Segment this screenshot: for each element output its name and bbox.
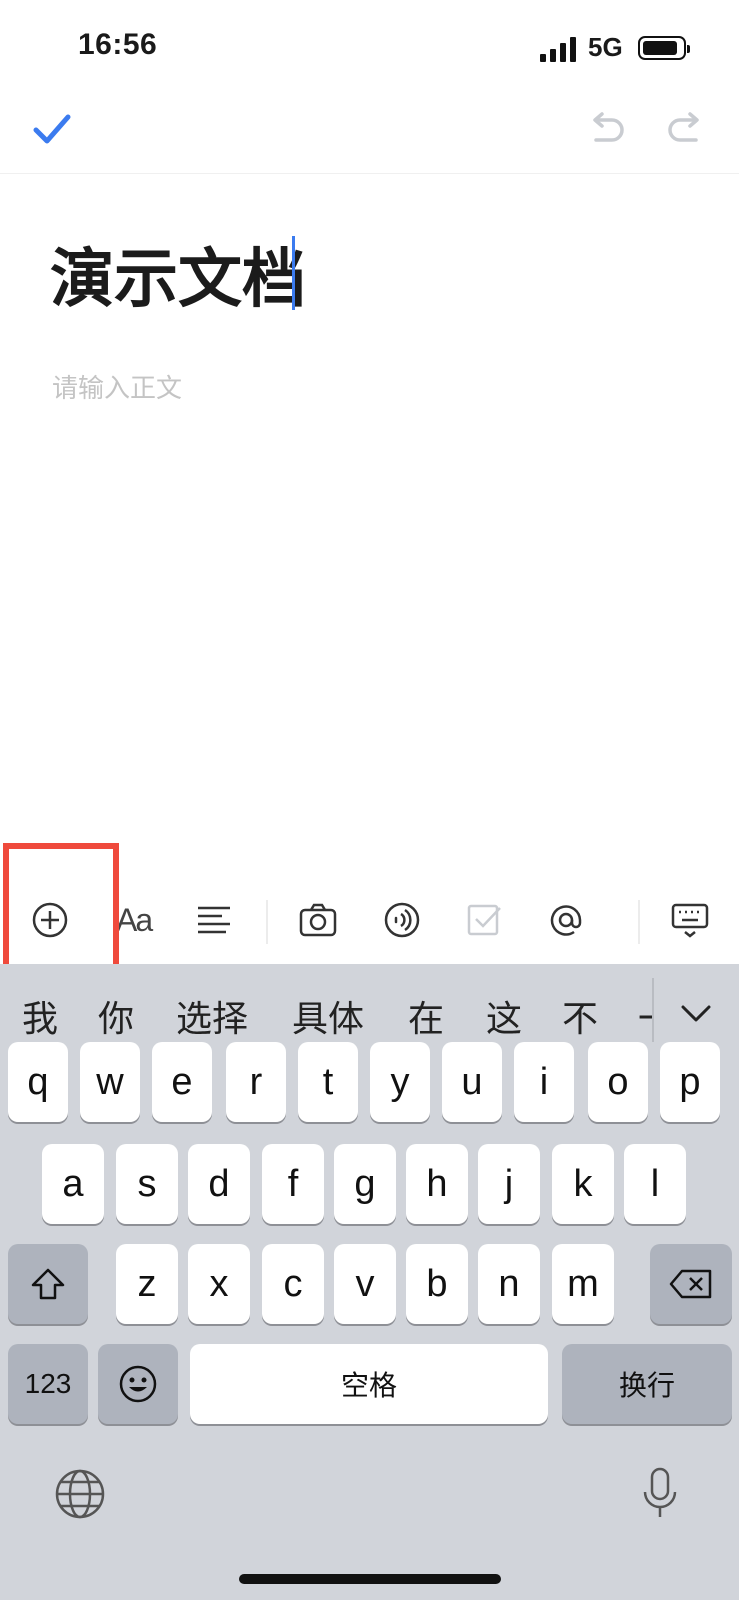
candidate-word[interactable]: 不 (562, 990, 598, 1042)
hide-keyboard-icon[interactable] (670, 900, 710, 940)
candidate-separator (652, 978, 654, 1042)
network-type: 5G (588, 32, 623, 62)
redo-icon[interactable] (666, 112, 706, 148)
candidate-word[interactable]: 具体 (292, 990, 364, 1042)
space-key[interactable]: 空格 (190, 1344, 548, 1424)
shift-icon (31, 1268, 65, 1300)
key-n[interactable]: n (478, 1244, 540, 1324)
cellular-signal-icon (540, 36, 580, 62)
key-f[interactable]: f (262, 1144, 324, 1224)
emoji-icon (119, 1365, 157, 1403)
home-indicator (239, 1574, 501, 1584)
highlight-box (3, 843, 119, 973)
header-divider (0, 173, 739, 174)
backspace-icon (669, 1269, 712, 1299)
camera-icon[interactable] (298, 902, 338, 938)
battery-icon (638, 36, 690, 60)
key-i[interactable]: i (514, 1042, 574, 1122)
key-m[interactable]: m (552, 1244, 614, 1324)
audio-icon[interactable] (382, 900, 422, 940)
key-l[interactable]: l (624, 1144, 686, 1224)
toolbar-separator (266, 900, 268, 944)
toolbar-separator (638, 900, 640, 944)
globe-icon[interactable] (54, 1468, 106, 1520)
body-placeholder[interactable]: 请输入正文 (52, 368, 182, 405)
shift-key[interactable] (8, 1244, 88, 1324)
key-u[interactable]: u (442, 1042, 502, 1122)
key-v[interactable]: v (334, 1244, 396, 1324)
candidate-word[interactable]: 在 (408, 990, 444, 1042)
key-g[interactable]: g (334, 1144, 396, 1224)
font-style-icon[interactable]: Aa (116, 902, 153, 939)
emoji-key[interactable] (98, 1344, 178, 1424)
key-o[interactable]: o (588, 1042, 648, 1122)
undo-icon[interactable] (586, 112, 626, 148)
candidate-word[interactable]: 你 (98, 990, 134, 1042)
key-h[interactable]: h (406, 1144, 468, 1224)
expand-candidates-icon[interactable] (680, 1004, 712, 1024)
key-e[interactable]: e (152, 1042, 212, 1122)
key-t[interactable]: t (298, 1042, 358, 1122)
checkmark-icon[interactable] (32, 112, 72, 146)
key-a[interactable]: a (42, 1144, 104, 1224)
key-s[interactable]: s (116, 1144, 178, 1224)
align-icon[interactable] (196, 904, 232, 936)
key-p[interactable]: p (660, 1042, 720, 1122)
key-r[interactable]: r (226, 1042, 286, 1122)
candidate-word[interactable]: 我 (22, 990, 58, 1042)
key-b[interactable]: b (406, 1244, 468, 1324)
numbers-key[interactable]: 123 (8, 1344, 88, 1424)
status-time: 16:56 (78, 28, 158, 61)
key-d[interactable]: d (188, 1144, 250, 1224)
key-x[interactable]: x (188, 1244, 250, 1324)
microphone-icon[interactable] (640, 1466, 680, 1520)
checklist-icon[interactable] (466, 902, 504, 938)
text-cursor (292, 236, 295, 310)
document-title[interactable]: 演示文档 (50, 228, 306, 320)
keyboard: 我 你 选择 具体 在 这 不 一 q w e r t y u i o p a … (0, 964, 739, 1600)
key-y[interactable]: y (370, 1042, 430, 1122)
candidate-word[interactable]: 选择 (176, 990, 248, 1042)
key-w[interactable]: w (80, 1042, 140, 1122)
key-z[interactable]: z (116, 1244, 178, 1324)
key-c[interactable]: c (262, 1244, 324, 1324)
key-j[interactable]: j (478, 1144, 540, 1224)
mention-icon[interactable] (546, 900, 586, 940)
return-key[interactable]: 换行 (562, 1344, 732, 1424)
delete-key[interactable] (650, 1244, 732, 1324)
key-k[interactable]: k (552, 1144, 614, 1224)
key-q[interactable]: q (8, 1042, 68, 1122)
candidate-word[interactable]: 一 (638, 990, 652, 1036)
candidate-word[interactable]: 这 (486, 990, 522, 1042)
